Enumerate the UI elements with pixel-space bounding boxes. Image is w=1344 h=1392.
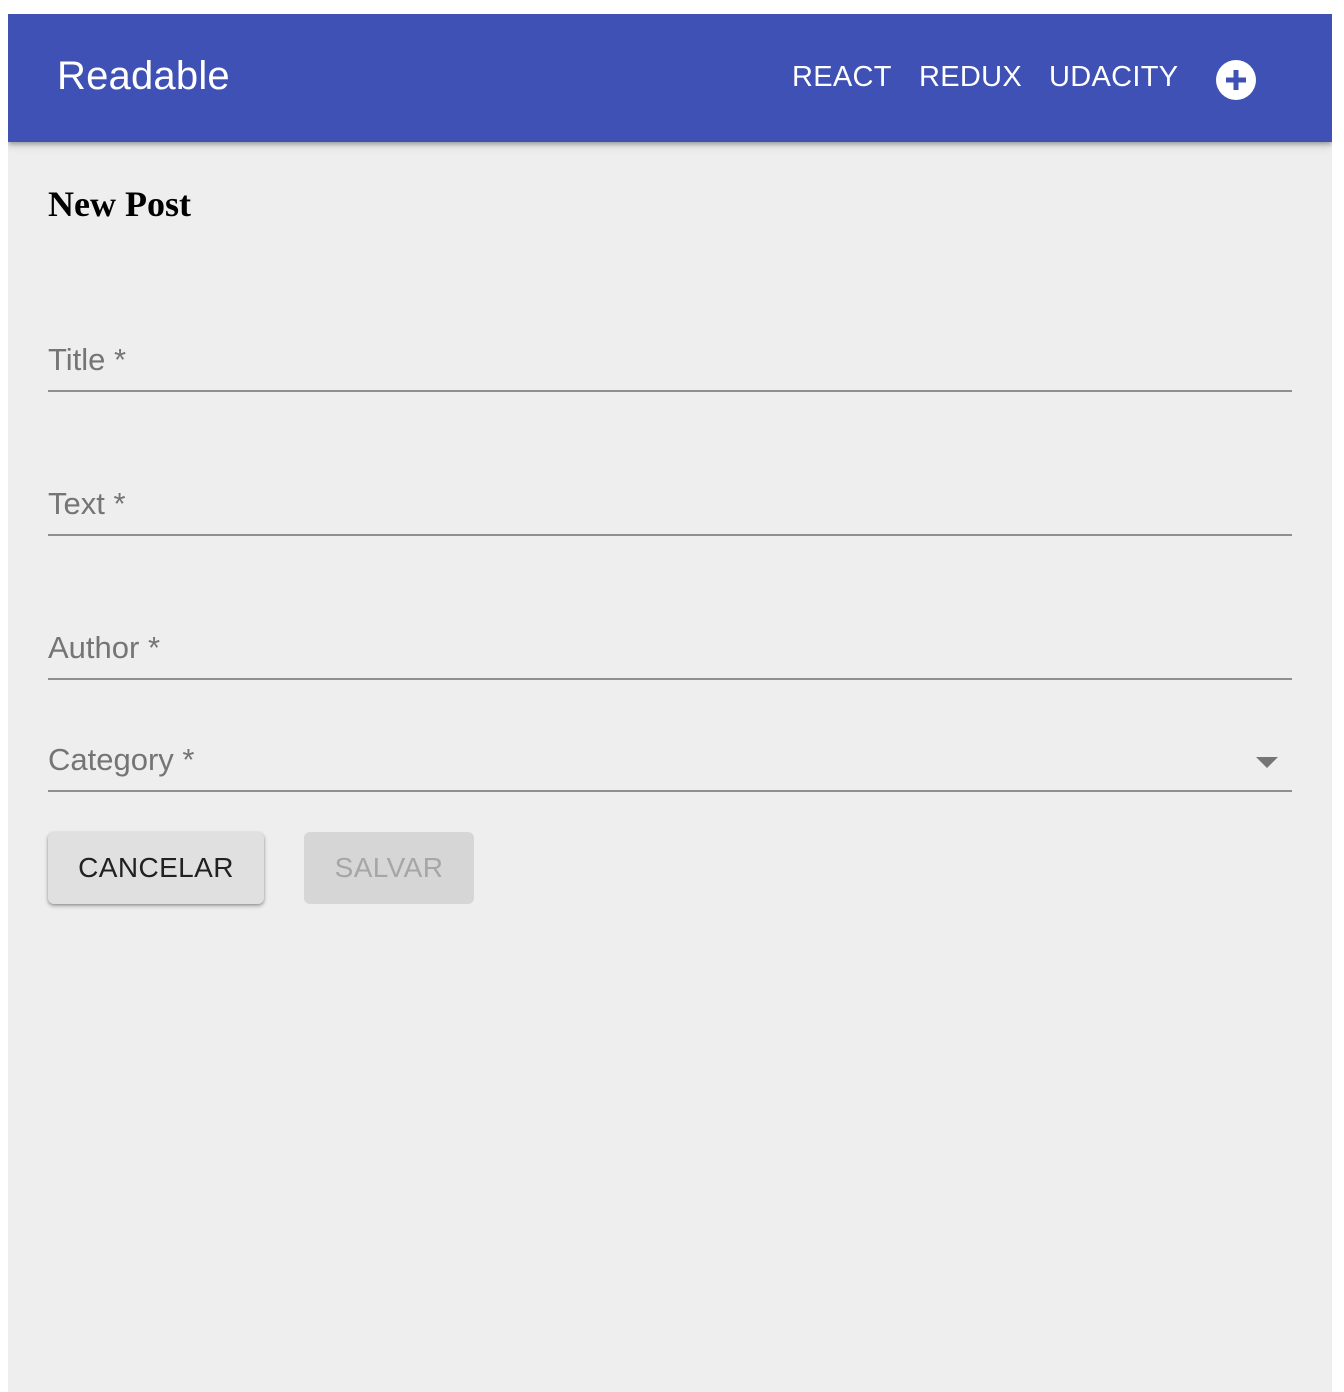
page-title: New Post bbox=[48, 184, 191, 224]
title-input[interactable] bbox=[48, 344, 1296, 390]
text-input[interactable] bbox=[48, 488, 1296, 534]
chevron-down-icon[interactable] bbox=[1256, 757, 1278, 768]
title-field[interactable]: Title * bbox=[48, 330, 1296, 392]
category-select[interactable]: Category * bbox=[48, 730, 1292, 792]
author-input[interactable] bbox=[48, 632, 1296, 678]
text-field[interactable]: Text * bbox=[48, 474, 1296, 536]
plus-circle-icon bbox=[1216, 60, 1256, 100]
nav-link-redux[interactable]: REDUX bbox=[919, 60, 1022, 94]
category-label: Category * bbox=[48, 742, 195, 777]
cancel-button[interactable]: CANCELAR bbox=[48, 832, 264, 904]
save-button[interactable]: SALVAR bbox=[304, 832, 474, 904]
add-post-button[interactable] bbox=[1214, 58, 1258, 102]
app-title[interactable]: Readable bbox=[57, 52, 230, 100]
nav-link-react[interactable]: REACT bbox=[792, 60, 892, 94]
app-bar: Readable REACT REDUX UDACITY bbox=[8, 14, 1332, 142]
nav-link-udacity[interactable]: UDACITY bbox=[1049, 60, 1178, 94]
author-field[interactable]: Author * bbox=[48, 618, 1296, 680]
app-frame: Readable REACT REDUX UDACITY New Post Ti… bbox=[8, 14, 1332, 1392]
